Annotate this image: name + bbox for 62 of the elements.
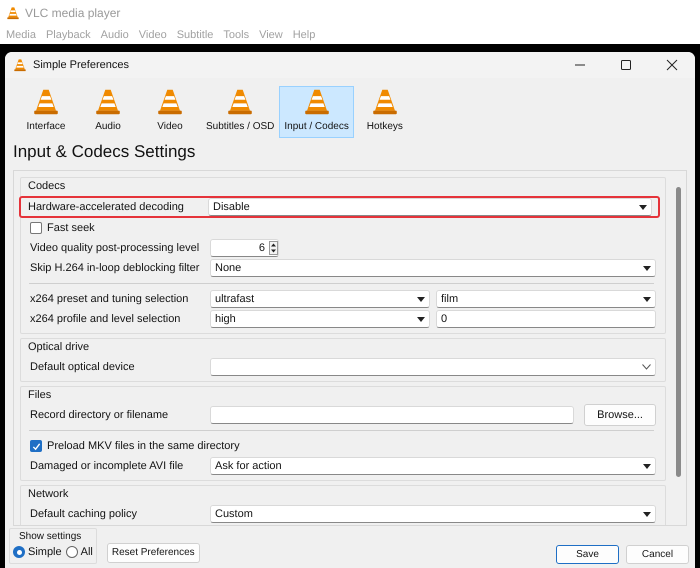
category-tab[interactable]: Video [139, 86, 201, 138]
setting-label: Record directory or filename [30, 408, 170, 423]
category-tab[interactable]: Interface [15, 86, 77, 138]
setting-label: Damaged or incomplete AVI file [30, 458, 184, 474]
category-tab[interactable]: Input / Codecs [279, 86, 354, 138]
setting-label: x264 profile and level selection [30, 312, 182, 327]
reset-preferences-button[interactable]: Reset Preferences [106, 542, 200, 562]
dialog-button[interactable]: Cancel [626, 544, 689, 564]
radio-button[interactable] [66, 546, 78, 558]
section-title: Files [28, 388, 52, 403]
dropdown[interactable]: ultrafast [210, 290, 430, 308]
dialog-button[interactable]: Save [556, 544, 619, 564]
dropdown-caret-icon [417, 316, 425, 322]
radio-button[interactable] [13, 546, 25, 558]
dropdown-caret-icon [643, 296, 651, 302]
section-title: Codecs [28, 178, 66, 194]
window-icon [13, 58, 27, 72]
category-tab[interactable]: Subtitles / OSD [201, 86, 280, 138]
dropdown[interactable]: Disable [208, 198, 652, 216]
check-icon [32, 442, 40, 450]
combo-box[interactable] [210, 358, 656, 376]
checkbox-label: Fast seek [47, 220, 95, 236]
setting-label: Default optical device [30, 360, 136, 375]
group-title: Show settings [18, 530, 82, 544]
section-title: Network [28, 486, 68, 502]
dropdown[interactable]: film [436, 290, 656, 308]
setting-label: Skip H.264 in-loop deblocking filter [30, 260, 200, 276]
text-field[interactable]: 0 [436, 310, 656, 328]
category-tab[interactable]: Audio [77, 86, 139, 138]
traffic-cone-icon [155, 87, 185, 116]
dropdown-caret-icon [639, 204, 647, 210]
dropdown[interactable]: Ask for action [210, 457, 656, 475]
category-tab[interactable]: Hotkeys [354, 86, 416, 138]
radio-label: All [80, 545, 93, 560]
browse-button[interactable]: Browse... [584, 404, 656, 426]
scrollbar-thumb[interactable] [676, 187, 681, 477]
spin-arrows-icon [269, 241, 278, 255]
dropdown[interactable]: high [210, 310, 430, 328]
setting-label: Default caching policy [30, 506, 138, 522]
setting-label: Hardware-accelerated decoding [28, 200, 185, 215]
checkbox[interactable] [30, 222, 42, 234]
dropdown-caret-icon [643, 266, 651, 270]
window-title: Simple Preferences [33, 58, 129, 73]
spin-box[interactable]: 6 [210, 239, 279, 257]
dropdown-caret-icon [643, 512, 651, 516]
radio-label: Simple [28, 545, 62, 560]
setting-label: x264 preset and tuning selection [30, 292, 190, 307]
dropdown-caret-icon [417, 296, 425, 302]
traffic-cone-icon [31, 87, 61, 116]
traffic-cone-icon [93, 87, 123, 116]
app-title: VLC media player [25, 5, 120, 22]
setting-label: Video quality post-processing level [30, 240, 200, 256]
section-title: Optical drive [28, 340, 90, 355]
chevron-down-icon [642, 364, 651, 370]
dropdown[interactable]: None [210, 259, 656, 277]
checkbox[interactable] [30, 440, 42, 452]
text-field[interactable] [210, 406, 574, 424]
checkbox-label: Preload MKV files in the same directory [47, 438, 240, 454]
page-heading: Input & Codecs Settings [13, 141, 196, 164]
dropdown[interactable]: Custom [210, 505, 656, 523]
app-logo-icon [6, 6, 20, 20]
dropdown-caret-icon [643, 464, 651, 468]
